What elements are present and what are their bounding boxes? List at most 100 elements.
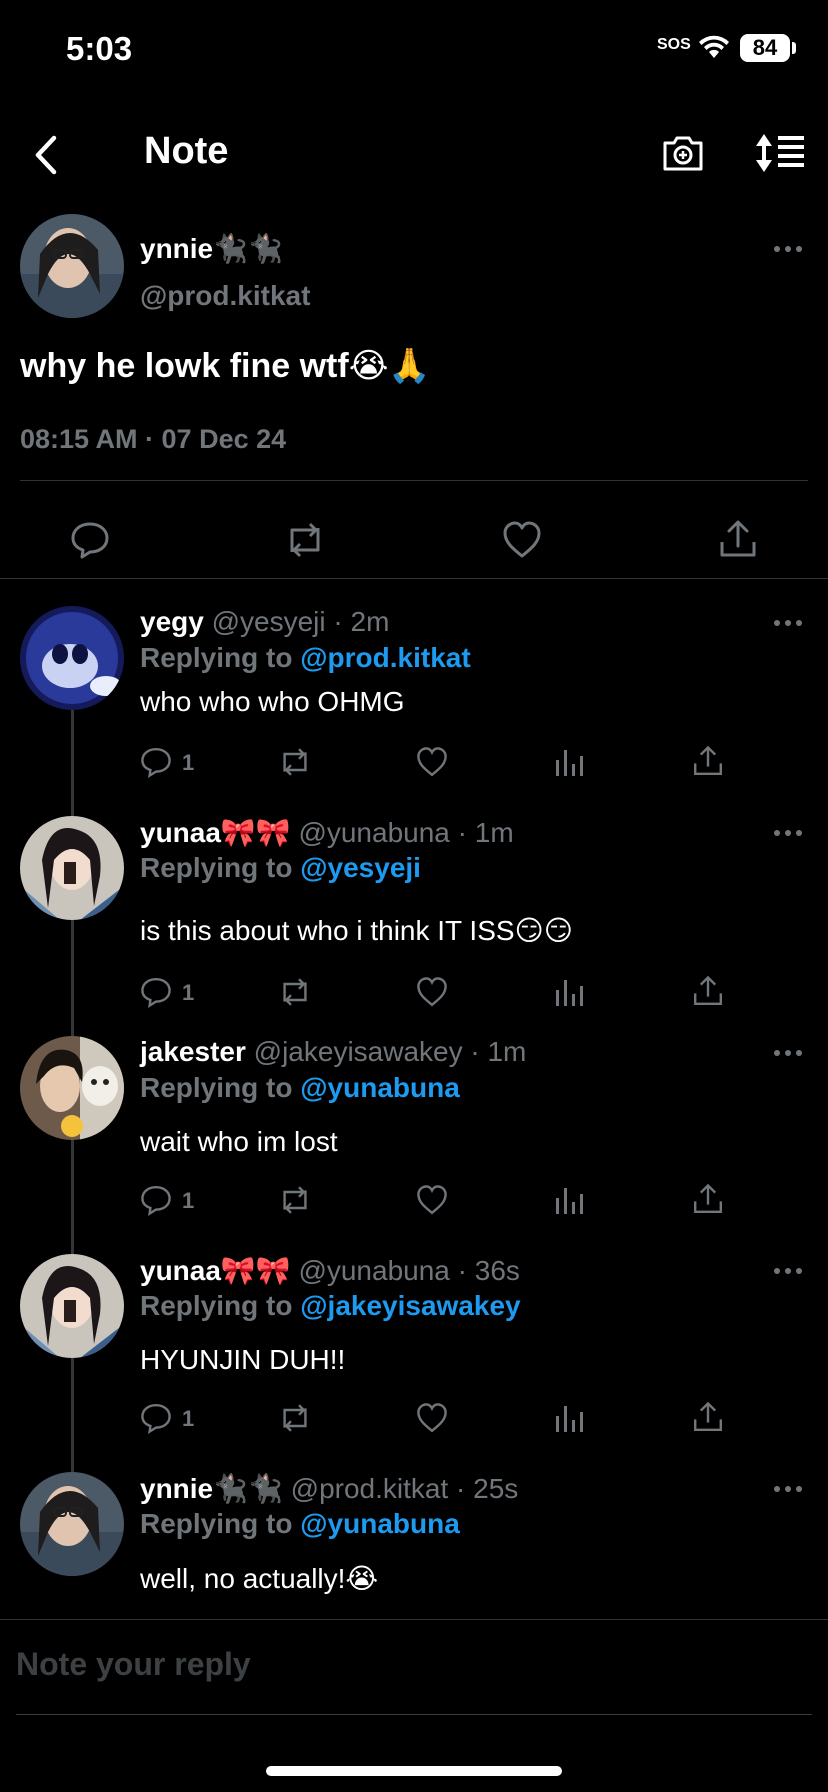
share-icon[interactable] bbox=[692, 974, 724, 1008]
reply-actions: 1 bbox=[140, 1182, 740, 1222]
share-icon[interactable] bbox=[692, 744, 724, 778]
author-handle[interactable]: @prod.kitkat bbox=[140, 280, 310, 312]
reply-text: is this about who i think IT ISS😏😏 bbox=[140, 915, 573, 946]
reply-icon[interactable] bbox=[70, 520, 110, 560]
author-name[interactable]: ynnie🐈‍⬛🐈‍⬛ bbox=[140, 1473, 283, 1504]
avatar[interactable] bbox=[20, 606, 124, 710]
reply-item[interactable]: yunaa🎀🎀 @yunabuna · 1m Replying to @yesy… bbox=[0, 816, 828, 1044]
views-chart-icon[interactable] bbox=[554, 1402, 584, 1434]
replying-to-link[interactable]: @yunabuna bbox=[300, 1508, 460, 1539]
author-name[interactable]: ynnie🐈‍⬛🐈‍⬛ bbox=[140, 232, 283, 265]
post-text: why he lowk fine wtf😭🙏 bbox=[20, 347, 431, 385]
reply-icon[interactable] bbox=[140, 1184, 172, 1216]
reply-text: wait who im lost bbox=[140, 1126, 338, 1157]
back-chevron-icon[interactable] bbox=[28, 130, 68, 180]
replying-to-link[interactable]: @jakeyisawakey bbox=[300, 1290, 520, 1321]
repost-icon[interactable] bbox=[276, 746, 314, 778]
divider bbox=[16, 1714, 812, 1715]
avatar[interactable] bbox=[20, 1036, 124, 1140]
share-icon[interactable] bbox=[692, 1400, 724, 1434]
repost-icon[interactable] bbox=[276, 1184, 314, 1216]
views-chart-icon[interactable] bbox=[554, 976, 584, 1008]
author-name[interactable]: yunaa🎀🎀 bbox=[140, 1255, 291, 1286]
reply-text: well, no actually!😭 bbox=[140, 1563, 379, 1594]
more-options-icon[interactable] bbox=[774, 1484, 804, 1494]
post-actions bbox=[0, 506, 828, 576]
replying-label: Replying to bbox=[140, 852, 293, 883]
repost-icon[interactable] bbox=[276, 1402, 314, 1434]
more-options-icon[interactable] bbox=[774, 244, 804, 254]
battery-level: 84 bbox=[740, 34, 790, 62]
page-title: Note bbox=[144, 130, 229, 172]
reply-count: 1 bbox=[182, 980, 195, 1005]
reply-icon[interactable] bbox=[140, 976, 172, 1008]
battery-icon bbox=[792, 42, 796, 54]
reply-input[interactable]: Note your reply bbox=[16, 1646, 251, 1683]
like-heart-icon[interactable] bbox=[502, 520, 542, 560]
reply-item[interactable]: yegy @yesyeji · 2m Replying to @prod.kit… bbox=[0, 606, 828, 820]
repost-icon[interactable] bbox=[282, 520, 328, 560]
thread-line bbox=[71, 710, 74, 820]
divider bbox=[0, 578, 828, 579]
avatar[interactable] bbox=[20, 214, 124, 318]
more-options-icon[interactable] bbox=[774, 618, 804, 628]
replying-label: Replying to bbox=[140, 1290, 293, 1321]
reply-item[interactable]: yunaa🎀🎀 @yunabuna · 36s Replying to @jak… bbox=[0, 1254, 828, 1476]
like-heart-icon[interactable] bbox=[416, 1184, 448, 1216]
avatar[interactable] bbox=[20, 1254, 124, 1358]
like-heart-icon[interactable] bbox=[416, 746, 448, 778]
replying-label: Replying to bbox=[140, 642, 293, 673]
share-icon[interactable] bbox=[718, 518, 758, 560]
author-meta[interactable]: @jakeyisawakey · 1m bbox=[254, 1036, 527, 1067]
status-time: 5:03 bbox=[66, 30, 133, 67]
home-indicator[interactable] bbox=[266, 1766, 562, 1776]
reply-text: HYUNJIN DUH!! bbox=[140, 1344, 346, 1375]
top-nav: Note bbox=[0, 100, 828, 210]
reply-actions: 1 bbox=[140, 744, 740, 784]
reply-text: who who who OHMG bbox=[140, 686, 405, 717]
more-options-icon[interactable] bbox=[774, 1266, 804, 1276]
views-chart-icon[interactable] bbox=[554, 1184, 584, 1216]
divider bbox=[20, 480, 808, 481]
reply-actions: 1 bbox=[140, 1400, 740, 1440]
repost-icon[interactable] bbox=[276, 976, 314, 1008]
reply-item[interactable]: ynnie🐈‍⬛🐈‍⬛ @prod.kitkat · 25s Replying … bbox=[0, 1472, 828, 1612]
author-meta[interactable]: @yunabuna · 36s bbox=[298, 1255, 519, 1286]
author-name[interactable]: jakester bbox=[140, 1036, 246, 1067]
thread-line bbox=[71, 920, 74, 1044]
author-name[interactable]: yunaa🎀🎀 bbox=[140, 817, 291, 848]
reply-icon[interactable] bbox=[140, 1402, 172, 1434]
sort-icon[interactable] bbox=[754, 130, 806, 176]
thread-line bbox=[71, 1358, 74, 1476]
avatar[interactable] bbox=[20, 816, 124, 920]
replying-to-link[interactable]: @yesyeji bbox=[300, 852, 421, 883]
author-meta[interactable]: @yunabuna · 1m bbox=[298, 817, 513, 848]
sos-indicator: SOS bbox=[657, 36, 691, 53]
replying-to-link[interactable]: @prod.kitkat bbox=[300, 642, 470, 673]
share-icon[interactable] bbox=[692, 1182, 724, 1216]
replying-to-link[interactable]: @yunabuna bbox=[300, 1072, 460, 1103]
thread-line bbox=[71, 1140, 74, 1256]
reply-count: 1 bbox=[182, 1406, 195, 1431]
author-name[interactable]: yegy bbox=[140, 606, 204, 637]
reply-composer[interactable]: Note your reply bbox=[0, 1620, 828, 1714]
author-meta[interactable]: @yesyeji · 2m bbox=[212, 606, 390, 637]
status-bar: 5:03 SOS 84 bbox=[0, 0, 828, 100]
reply-item[interactable]: jakester @jakeyisawakey · 1m Replying to… bbox=[0, 1036, 828, 1256]
more-options-icon[interactable] bbox=[774, 1048, 804, 1058]
replying-label: Replying to bbox=[140, 1508, 293, 1539]
reply-count: 1 bbox=[182, 750, 195, 775]
more-options-icon[interactable] bbox=[774, 828, 804, 838]
replying-label: Replying to bbox=[140, 1072, 293, 1103]
like-heart-icon[interactable] bbox=[416, 1402, 448, 1434]
reply-actions: 1 bbox=[140, 974, 740, 1014]
wifi-icon bbox=[698, 34, 730, 60]
like-heart-icon[interactable] bbox=[416, 976, 448, 1008]
reply-count: 1 bbox=[182, 1188, 195, 1213]
author-meta[interactable]: @prod.kitkat · 25s bbox=[291, 1473, 519, 1504]
post-timestamp: 08:15 AM · 07 Dec 24 bbox=[20, 424, 287, 454]
views-chart-icon[interactable] bbox=[554, 746, 584, 778]
avatar[interactable] bbox=[20, 1472, 124, 1576]
camera-add-icon[interactable] bbox=[660, 130, 706, 176]
reply-icon[interactable] bbox=[140, 746, 172, 778]
